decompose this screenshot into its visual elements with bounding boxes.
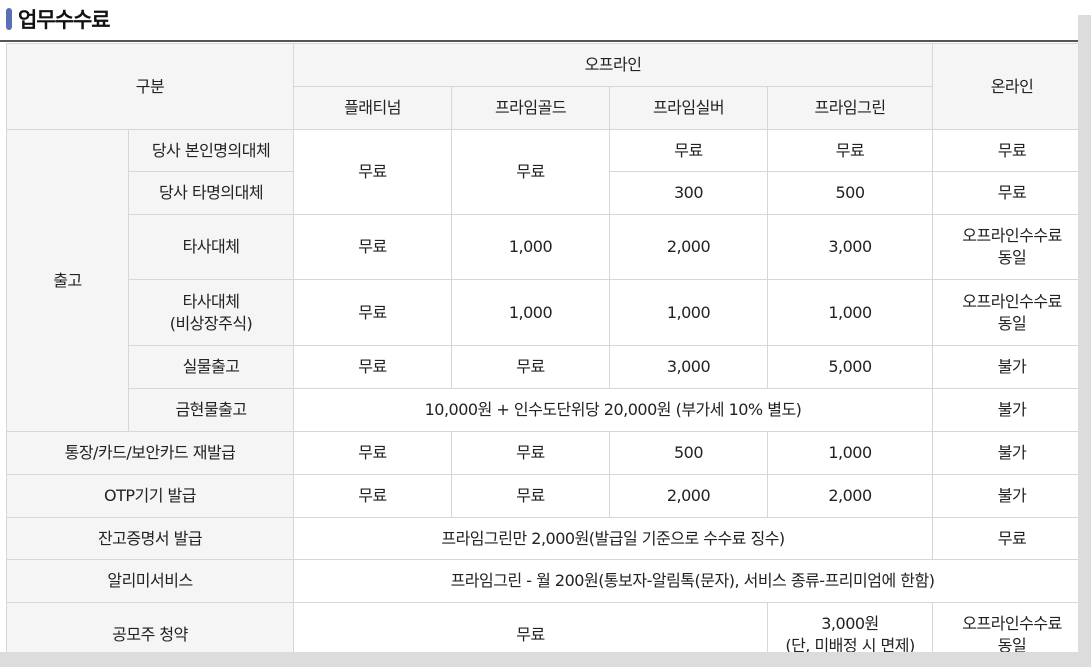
table-cell: 무료	[451, 345, 611, 389]
table-cell: 무료	[451, 431, 611, 475]
fee-table: 구분 오프라인 온라인 플래티넘 프라임골드 프라임실버 프라임그린 출고 당사…	[5, 43, 1091, 667]
table-row: 통장/카드/보안카드 재발급 무료 무료 500 1,000 불가	[5, 431, 1091, 475]
table-cell: 10,000원 + 인수도단위당 20,000원 (부가세 10% 별도)	[293, 388, 934, 432]
table-cell: 2,000	[609, 474, 769, 518]
table-row: 타사대체 (비상장주식) 무료 1,000 1,000 1,000 오프라인수수…	[7, 279, 1091, 346]
row-label: 통장/카드/보안카드 재발급	[5, 431, 295, 475]
table-cell: 불가	[932, 431, 1091, 475]
row-label: 알리미서비스	[5, 559, 295, 603]
table-cell: 1,000	[609, 279, 769, 346]
table-row: 출고 당사 본인명의대체 무료 무료 무료 무료 무료	[6, 129, 1091, 432]
row-label: 금현물출고	[127, 388, 295, 432]
table-cell: 불가	[932, 474, 1091, 518]
table-cell: 무료	[293, 214, 453, 280]
title-marker	[6, 8, 12, 30]
header-tier-platinum: 플래티넘	[293, 86, 453, 130]
table-cell: 무료	[293, 431, 453, 475]
table-cell: 무료	[293, 279, 453, 346]
table-cell: 5,000	[767, 345, 934, 389]
table-cell: 무료	[932, 517, 1091, 560]
table-row: OTP기기 발급 무료 무료 2,000 2,000 불가	[5, 474, 1091, 518]
header-tier-silver: 프라임실버	[609, 86, 769, 130]
table-cell: 1,000	[451, 214, 611, 280]
table-row: 금현물출고 10,000원 + 인수도단위당 20,000원 (부가세 10% …	[7, 388, 1091, 432]
table-cell: 프라임그린만 2,000원(발급일 기준으로 수수료 징수)	[293, 517, 934, 560]
header-tier-green: 프라임그린	[767, 86, 934, 130]
table-cell: 1,000	[767, 279, 934, 346]
table-cell: 2,000	[767, 474, 934, 518]
table-cell: 무료	[293, 345, 453, 389]
table-cell: 300	[609, 171, 769, 215]
row-group-withdrawal: 출고	[6, 129, 129, 432]
table-cell: 무료	[932, 171, 1091, 215]
row-label: 타사대체 (비상장주식)	[127, 279, 295, 346]
frame-shade-right	[1078, 15, 1091, 667]
header-online: 온라인	[932, 43, 1091, 130]
table-cell: 500	[767, 171, 934, 215]
table-row: 알리미서비스 프라임그린 - 월 200원(통보자-알림톡(문자), 서비스 종…	[5, 559, 1091, 603]
table-cell: 무료	[767, 129, 934, 172]
table-row: 타사대체 무료 1,000 2,000 3,000 오프라인수수료 동일	[7, 214, 1091, 280]
table-cell: 오프라인수수료 동일	[932, 214, 1091, 280]
table-cell: 오프라인수수료 동일	[932, 279, 1091, 346]
row-label: 잔고증명서 발급	[5, 517, 295, 560]
page: 업무수수료 구분 오프라인 온라인 플래티넘 프라임골드 프라임실버 프라임그린…	[0, 0, 1091, 667]
table-cell: 무료	[932, 129, 1091, 172]
table-cell: 3,000	[767, 214, 934, 280]
table-cell: 불가	[932, 388, 1091, 432]
table-row: 잔고증명서 발급 프라임그린만 2,000원(발급일 기준으로 수수료 징수) …	[5, 517, 1091, 560]
table-row: 실물출고 무료 무료 3,000 5,000 불가	[7, 345, 1091, 389]
table-cell: 1,000	[451, 279, 611, 346]
table-cell: 무료	[609, 129, 769, 172]
header-category: 구분	[5, 43, 295, 130]
section-title: 업무수수료	[18, 8, 111, 32]
table-cell: 2,000	[609, 214, 769, 280]
row-label: 실물출고	[127, 345, 295, 389]
table-cell: 3,000	[609, 345, 769, 389]
row-label: 타사대체	[127, 214, 295, 280]
table-cell: 프라임그린 - 월 200원(통보자-알림톡(문자), 서비스 종류-프리미엄에…	[293, 559, 1091, 603]
row-label: 당사 타명의대체	[127, 171, 295, 215]
section-header: 업무수수료	[0, 0, 1091, 42]
row-label: OTP기기 발급	[5, 474, 295, 518]
table-cell: 무료	[451, 129, 611, 215]
table-cell: 불가	[932, 345, 1091, 389]
header-tier-gold: 프라임골드	[451, 86, 611, 130]
row-label: 당사 본인명의대체	[127, 129, 295, 172]
header-offline: 오프라인	[293, 43, 934, 87]
table-cell: 무료	[293, 129, 453, 215]
table-cell: 무료	[293, 474, 453, 518]
table-cell: 1,000	[767, 431, 934, 475]
table-cell: 무료	[451, 474, 611, 518]
frame-shade-bottom	[0, 652, 1091, 667]
table-cell: 500	[609, 431, 769, 475]
